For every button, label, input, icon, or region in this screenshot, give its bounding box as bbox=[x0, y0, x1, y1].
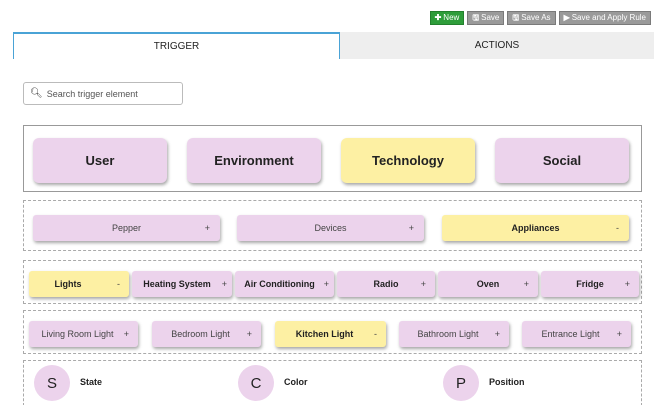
chip-pepper[interactable]: Pepper + bbox=[33, 215, 220, 241]
attribute-position-label: Position bbox=[489, 377, 525, 387]
chip-appliances[interactable]: Appliances - bbox=[442, 215, 629, 241]
chip-air-conditioning-label: Air Conditioning bbox=[244, 279, 315, 289]
chip-pepper-label: Pepper bbox=[111, 223, 142, 233]
category-environment-label: Environment bbox=[214, 153, 294, 168]
category-social-label: Social bbox=[542, 153, 582, 168]
tab-actions-label: ACTIONS bbox=[474, 40, 520, 51]
chip-fridge-label: Fridge bbox=[576, 279, 604, 289]
save-as-button[interactable]: 🖫 Save As bbox=[507, 11, 556, 25]
chip-fridge[interactable]: Fridge + bbox=[541, 271, 639, 297]
expand-icon: + bbox=[246, 329, 252, 339]
expand-icon: + bbox=[408, 223, 414, 233]
expand-icon: + bbox=[221, 279, 227, 289]
new-button[interactable]: ✚ New bbox=[429, 11, 465, 25]
search-icon: 🔍︎ bbox=[30, 88, 43, 99]
category-technology[interactable]: Technology bbox=[341, 138, 475, 183]
expand-icon: + bbox=[523, 279, 529, 289]
chip-heating-system[interactable]: Heating System + bbox=[132, 271, 232, 297]
chip-entrance-light-label: Entrance Light bbox=[541, 329, 600, 339]
chip-air-conditioning[interactable]: Air Conditioning + bbox=[235, 271, 334, 297]
category-user-label: User bbox=[85, 153, 115, 168]
appliances-row: Lights - Heating System + Air Conditioni… bbox=[23, 260, 642, 304]
attribute-position-letter: P bbox=[455, 374, 466, 392]
attribute-color-letter: C bbox=[250, 374, 262, 392]
plus-icon: ✚ bbox=[434, 13, 442, 22]
attribute-state-circle[interactable]: S bbox=[34, 365, 70, 401]
category-technology-label: Technology bbox=[372, 153, 444, 168]
lights-row: Living Room Light + Bedroom Light + Kitc… bbox=[23, 310, 642, 354]
expand-icon: + bbox=[123, 329, 129, 339]
chip-devices[interactable]: Devices + bbox=[237, 215, 424, 241]
save-as-button-label: Save As bbox=[521, 13, 551, 22]
attribute-state-letter: S bbox=[46, 374, 57, 392]
chip-bathroom-light-label: Bathroom Light bbox=[417, 329, 479, 339]
chip-living-room-light-label: Living Room Light bbox=[41, 329, 114, 339]
save-button[interactable]: 🖫 Save bbox=[467, 11, 505, 25]
chip-oven-label: Oven bbox=[476, 279, 500, 289]
save-and-apply-button[interactable]: ▶ Save and Apply Rule bbox=[558, 11, 651, 25]
floppy-disk-icon: 🖫 bbox=[472, 13, 480, 22]
chip-kitchen-light-label: Kitchen Light bbox=[295, 329, 354, 339]
category-panel: User Environment Technology Social bbox=[23, 125, 642, 192]
collapse-icon: - bbox=[117, 279, 120, 289]
chip-entrance-light[interactable]: Entrance Light + bbox=[522, 321, 631, 347]
category-user[interactable]: User bbox=[33, 138, 167, 183]
category-social[interactable]: Social bbox=[495, 138, 629, 183]
expand-icon: + bbox=[420, 279, 426, 289]
expand-icon: + bbox=[624, 279, 630, 289]
new-button-label: New bbox=[443, 13, 460, 22]
technology-row: Pepper + Devices + Appliances - bbox=[23, 200, 642, 251]
attribute-position-circle[interactable]: P bbox=[443, 365, 479, 401]
floppy-disk-icon: 🖫 bbox=[512, 13, 520, 22]
search-box: 🔍︎ bbox=[23, 82, 183, 105]
expand-icon: + bbox=[494, 329, 500, 339]
play-icon: ▶ bbox=[563, 13, 570, 22]
tab-trigger[interactable]: TRIGGER bbox=[13, 32, 340, 59]
chip-living-room-light[interactable]: Living Room Light + bbox=[29, 321, 138, 347]
save-and-apply-label: Save and Apply Rule bbox=[571, 13, 646, 22]
toolbar: ✚ New 🖫 Save 🖫 Save As ▶ Save and Apply … bbox=[429, 11, 651, 25]
chip-radio-label: Radio bbox=[373, 279, 399, 289]
attribute-color-label: Color bbox=[284, 377, 308, 387]
chip-bathroom-light[interactable]: Bathroom Light + bbox=[399, 321, 509, 347]
chip-bedroom-light[interactable]: Bedroom Light + bbox=[152, 321, 261, 347]
expand-icon: + bbox=[204, 223, 210, 233]
tab-bar: TRIGGER ACTIONS bbox=[13, 32, 654, 59]
category-environment[interactable]: Environment bbox=[187, 138, 321, 183]
chip-appliances-label: Appliances bbox=[511, 223, 560, 233]
attribute-color-circle[interactable]: C bbox=[238, 365, 274, 401]
chip-radio[interactable]: Radio + bbox=[337, 271, 435, 297]
attribute-state-label: State bbox=[80, 377, 103, 387]
chip-lights-label: Lights bbox=[54, 279, 82, 289]
attributes-row: S State C Color P Position bbox=[23, 360, 642, 405]
chip-bedroom-light-label: Bedroom Light bbox=[171, 329, 230, 339]
chip-devices-label: Devices bbox=[314, 223, 347, 233]
chip-kitchen-light[interactable]: Kitchen Light - bbox=[275, 321, 386, 347]
collapse-icon: - bbox=[616, 223, 619, 233]
tab-trigger-label: TRIGGER bbox=[153, 41, 200, 52]
tab-actions[interactable]: ACTIONS bbox=[340, 32, 654, 59]
collapse-icon: - bbox=[374, 329, 377, 339]
expand-icon: + bbox=[323, 279, 329, 289]
search-input[interactable] bbox=[46, 88, 177, 99]
chip-lights[interactable]: Lights - bbox=[29, 271, 129, 297]
save-button-label: Save bbox=[481, 13, 500, 22]
expand-icon: + bbox=[616, 329, 622, 339]
chip-heating-system-label: Heating System bbox=[143, 279, 211, 289]
chip-oven[interactable]: Oven + bbox=[438, 271, 538, 297]
